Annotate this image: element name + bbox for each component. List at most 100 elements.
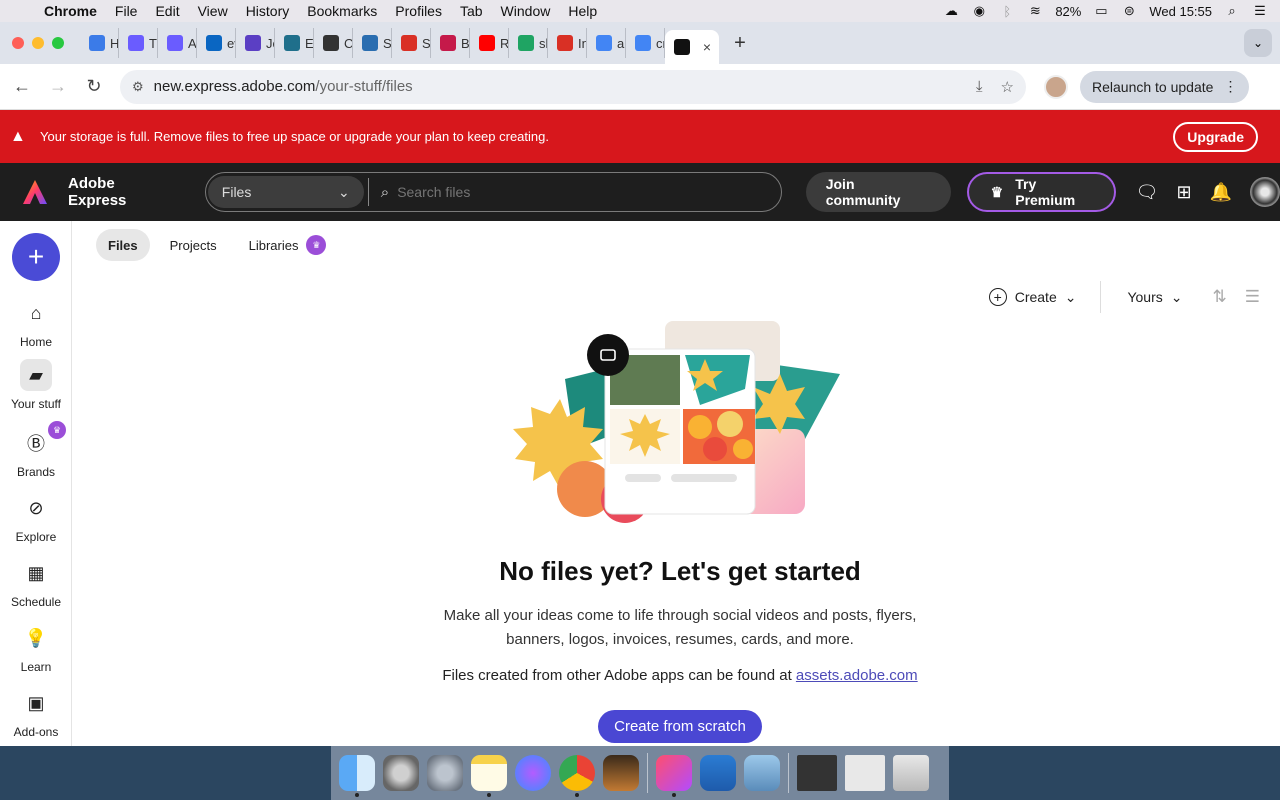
search-input[interactable] [397, 184, 778, 200]
plus-icon: + [27, 241, 45, 272]
menu-bookmarks[interactable]: Bookmarks [298, 3, 386, 19]
menu-history[interactable]: History [237, 3, 299, 19]
browser-tab[interactable]: Ser [392, 28, 431, 58]
menu-help[interactable]: Help [559, 3, 606, 19]
browser-tab[interactable]: Joi [236, 28, 275, 58]
upgrade-button[interactable]: Upgrade [1173, 121, 1258, 152]
apps-grid-icon[interactable]: ⊞ [1176, 182, 1191, 203]
tab-favicon-icon [518, 35, 534, 51]
browser-tab[interactable]: TH [119, 28, 158, 58]
garageband-icon[interactable] [603, 755, 639, 791]
menu-profiles[interactable]: Profiles [386, 3, 451, 19]
sidebar-item-add-ons[interactable]: ▣ Add-ons [0, 687, 72, 740]
bell-icon[interactable]: 🔔 [1210, 182, 1232, 203]
join-community-button[interactable]: Join community [805, 172, 951, 212]
tab-files[interactable]: Files [96, 229, 150, 261]
minimized-window-icon[interactable] [845, 755, 885, 791]
battery-icon[interactable]: ▭ [1093, 3, 1109, 18]
tab-favicon-icon [128, 35, 144, 51]
lightbulb-icon: 💡 [24, 627, 48, 648]
search-icon: ⌕ [380, 183, 390, 201]
zoom-window-button[interactable] [52, 37, 64, 49]
close-tab-icon[interactable]: × [703, 39, 711, 55]
menu-view[interactable]: View [189, 3, 237, 19]
assets-link[interactable]: assets.adobe.com [796, 667, 918, 684]
wifi-icon[interactable]: ≋ [1027, 3, 1043, 18]
creative-cloud-icon[interactable]: ☁ [943, 3, 959, 18]
browser-tab[interactable]: × [665, 30, 719, 64]
notes-icon[interactable] [471, 755, 507, 797]
owner-filter-dropdown[interactable]: Yours ⌄ [1127, 289, 1182, 306]
spotlight-search-icon[interactable]: ⌕ [1224, 3, 1240, 18]
menu-app-name[interactable]: Chrome [40, 3, 106, 19]
tab-title: eve [227, 35, 235, 51]
tab-favicon-icon [557, 35, 573, 51]
minimized-window-icon[interactable] [797, 755, 837, 791]
browser-tab[interactable]: cre [626, 28, 665, 58]
messenger-icon[interactable] [515, 755, 551, 791]
browser-tab[interactable]: Co [314, 28, 353, 58]
chat-icon[interactable]: 🗨 [1136, 182, 1159, 203]
sidebar-item-home[interactable]: ⌂ Home [0, 297, 72, 350]
sidebar-item-your-stuff[interactable]: ▰ Your stuff [0, 359, 72, 411]
notification-center-icon[interactable]: ☰ [1252, 3, 1268, 18]
back-button[interactable]: ← [4, 76, 40, 97]
menu-window[interactable]: Window [492, 3, 560, 19]
record-icon[interactable]: ◉ [971, 3, 987, 18]
bluetooth-icon[interactable]: ᛒ [999, 4, 1015, 19]
list-view-icon[interactable]: ☰ [1245, 287, 1260, 307]
create-new-button[interactable]: + [12, 233, 60, 281]
tab-libraries[interactable]: Libraries ♛ [237, 229, 339, 261]
browser-tab[interactable]: AU [158, 28, 197, 58]
creative-cloud-app-icon[interactable] [656, 755, 692, 797]
control-center-icon[interactable]: ⊜ [1121, 3, 1137, 18]
browser-tab[interactable]: Ho [80, 28, 119, 58]
chrome-icon[interactable] [559, 755, 595, 797]
system-settings-icon[interactable] [383, 755, 419, 791]
browser-tab[interactable]: Buy [431, 28, 470, 58]
browser-tab[interactable]: eve [197, 28, 236, 58]
close-window-button[interactable] [12, 37, 24, 49]
sidebar-item-brands[interactable]: Ⓑ ♛ Brands [0, 421, 72, 479]
menu-edit[interactable]: Edit [146, 3, 188, 19]
create-from-scratch-button[interactable]: Create from scratch [598, 710, 762, 743]
tab-favicon-icon [284, 35, 300, 51]
search-scope-dropdown[interactable]: Files ⌄ [207, 176, 364, 208]
profile-avatar[interactable] [1044, 74, 1068, 99]
tab-projects[interactable]: Projects [158, 229, 229, 261]
user-avatar[interactable] [1249, 177, 1280, 207]
try-premium-button[interactable]: ♛ Try Premium [966, 172, 1116, 212]
browser-tab[interactable]: Inb [548, 28, 587, 58]
sort-icon[interactable]: ⇅ [1213, 287, 1227, 307]
tab-search-button[interactable]: ⌄ [1244, 29, 1272, 57]
browser-tab[interactable]: sho [509, 28, 548, 58]
trash-icon[interactable] [893, 755, 929, 791]
tab-title: Em [305, 35, 314, 51]
browser-tab[interactable]: art [587, 28, 626, 58]
create-dropdown[interactable]: + Create ⌄ [988, 281, 1102, 313]
browser-tab[interactable]: Em [275, 28, 314, 58]
install-app-icon[interactable]: ⤓ [976, 78, 983, 96]
adobe-express-logo[interactable] [22, 179, 48, 205]
new-tab-button[interactable]: + [725, 32, 755, 55]
brand-name[interactable]: Adobe Express [68, 175, 175, 209]
menu-clock[interactable]: Wed 15:55 [1149, 4, 1212, 19]
address-bar[interactable]: ⚙ new.express.adobe.com/your-stuff/files… [120, 69, 1026, 104]
launchpad-icon[interactable] [427, 755, 463, 791]
browser-tab[interactable]: Str [353, 28, 392, 58]
tab-title: Joi [266, 35, 274, 51]
site-info-icon[interactable]: ⚙ [132, 79, 144, 95]
sidebar-item-explore[interactable]: ⊘ Explore [0, 492, 72, 545]
finder-icon[interactable] [339, 755, 375, 797]
minimize-window-button[interactable] [32, 37, 44, 49]
bookmark-star-icon[interactable]: ☆ [1001, 78, 1014, 96]
menu-tab[interactable]: Tab [451, 3, 492, 19]
preview-icon[interactable] [744, 755, 780, 791]
forward-button[interactable]: → [40, 76, 76, 97]
relaunch-button[interactable]: Relaunch to update ⋮ [1080, 70, 1250, 103]
tab-title: Inb [578, 35, 586, 51]
reload-button[interactable]: ↻ [76, 76, 112, 97]
browser-tab[interactable]: Ras [470, 28, 509, 58]
menu-file[interactable]: File [106, 3, 147, 19]
word-icon[interactable] [700, 755, 736, 791]
